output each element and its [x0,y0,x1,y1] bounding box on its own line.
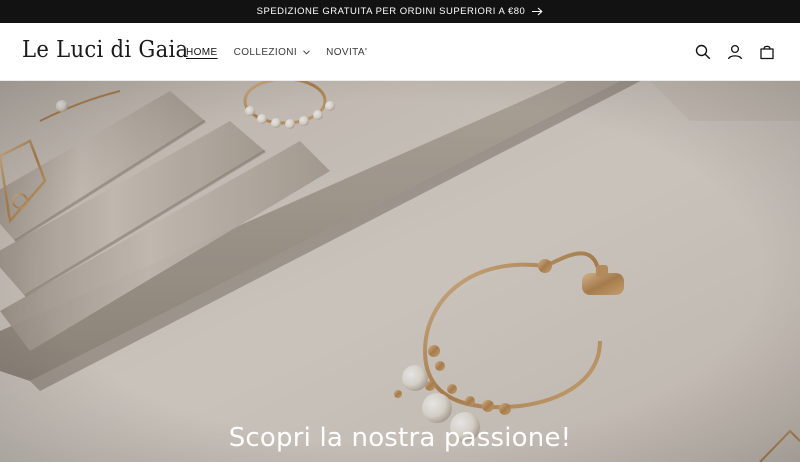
search-icon[interactable] [694,43,712,61]
hero-image [0,81,800,462]
cart-icon[interactable] [758,43,776,61]
nav-item-label: HOME [186,46,218,58]
hero-title: Scopri la nostra passione! [228,423,572,453]
nav-item-home[interactable]: HOME [186,47,218,58]
header-icons [694,23,776,81]
arrow-right-icon[interactable] [532,7,543,16]
account-icon[interactable] [726,43,744,61]
hero-banner[interactable]: Scopri la nostra passione! [0,81,800,462]
nav-item-label: COLLEZIONI [233,46,298,58]
announcement-bar[interactable]: SPEDIZIONE GRATUITA PER ORDINI SUPERIORI… [0,0,800,23]
chevron-down-icon [303,49,310,55]
main-nav: HOME COLLEZIONI NOVITA' [186,23,367,81]
site-logo[interactable]: Le Luci di Gaia [22,37,188,63]
site-header: Le Luci di Gaia HOME COLLEZIONI NOVITA' [0,23,800,81]
nav-item-collezioni[interactable]: COLLEZIONI [234,47,310,58]
nav-item-label: NOVITA' [326,46,368,58]
nav-item-novita[interactable]: NOVITA' [326,47,367,58]
announcement-text: SPEDIZIONE GRATUITA PER ORDINI SUPERIORI… [256,6,526,17]
